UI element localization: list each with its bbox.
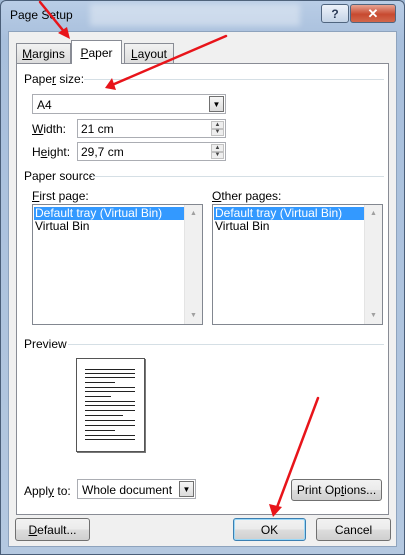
annotation-arrow-line [38,0,68,36]
annotation-arrow-head [269,504,282,517]
annotation-arrow-line [110,34,228,87]
annotation-arrow-head [58,27,70,39]
annotation-arrows [38,0,320,517]
tab-paper[interactable]: Paper [71,40,122,64]
annotation-arrow-line [274,396,320,512]
